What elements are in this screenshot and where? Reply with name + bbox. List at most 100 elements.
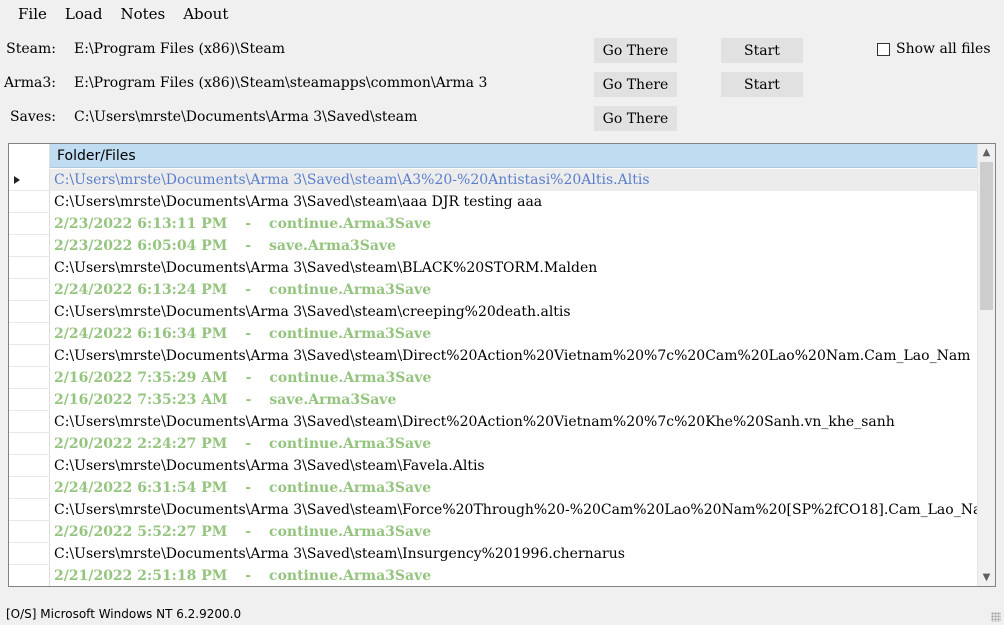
folder-row[interactable]: C:\Users\mrste\Documents\Arma 3\Saved\st… (9, 257, 978, 279)
folder-path: C:\Users\mrste\Documents\Arma 3\Saved\st… (54, 194, 543, 210)
save-file-row[interactable]: 2/21/2022 2:51:18 PM - continue.Arma3Save (9, 565, 978, 586)
row-header[interactable] (9, 213, 50, 235)
save-separator: - (245, 568, 252, 584)
arma3-go-there-button[interactable]: Go There (594, 72, 677, 97)
row-header[interactable] (9, 521, 50, 543)
row-cell[interactable]: 2/23/2022 6:05:04 PM - save.Arma3Save (50, 235, 978, 257)
resize-grip-icon[interactable] (991, 612, 1001, 622)
row-cell[interactable]: 2/24/2022 6:13:24 PM - continue.Arma3Save (50, 279, 978, 301)
row-header[interactable] (9, 323, 50, 345)
row-cell[interactable]: 2/20/2022 2:24:27 PM - continue.Arma3Save (50, 433, 978, 455)
row-header[interactable] (9, 477, 50, 499)
save-date: 2/26/2022 5:52:27 PM (54, 524, 228, 540)
row-header[interactable] (9, 191, 50, 213)
menu-file[interactable]: File (10, 3, 55, 25)
row-cell[interactable]: C:\Users\mrste\Documents\Arma 3\Saved\st… (50, 301, 978, 323)
scroll-thumb[interactable] (980, 162, 993, 310)
save-date: 2/16/2022 7:35:29 AM (54, 370, 228, 386)
row-header[interactable] (9, 169, 50, 191)
row-cell[interactable]: C:\Users\mrste\Documents\Arma 3\Saved\st… (50, 169, 978, 191)
row-cell[interactable]: 2/24/2022 6:16:34 PM - continue.Arma3Save (50, 323, 978, 345)
steam-go-there-button[interactable]: Go There (594, 38, 677, 63)
save-file-row[interactable]: 2/24/2022 6:16:34 PM - continue.Arma3Save (9, 323, 978, 345)
save-file-row[interactable]: 2/26/2022 5:52:27 PM - continue.Arma3Save (9, 521, 978, 543)
save-date: 2/23/2022 6:13:11 PM (54, 216, 228, 232)
folder-row[interactable]: C:\Users\mrste\Documents\Arma 3\Saved\st… (9, 499, 995, 521)
folder-row[interactable]: C:\Users\mrste\Documents\Arma 3\Saved\st… (9, 345, 978, 367)
row-cell[interactable]: 2/23/2022 6:13:11 PM - continue.Arma3Save (50, 213, 978, 235)
menu-bar: File Load Notes About (0, 0, 1004, 28)
row-header[interactable] (9, 543, 50, 565)
row-cell[interactable]: C:\Users\mrste\Documents\Arma 3\Saved\st… (50, 257, 978, 279)
vertical-scrollbar[interactable]: ▲ ▼ (977, 144, 995, 586)
row-cell[interactable]: 2/21/2022 2:51:18 PM - continue.Arma3Save (50, 565, 978, 586)
status-text: [O/S] Microsoft Windows NT 6.2.9200.0 (6, 607, 242, 621)
row-cell[interactable]: C:\Users\mrste\Documents\Arma 3\Saved\st… (50, 499, 995, 521)
save-filename: continue.Arma3Save (269, 436, 432, 452)
row-cell[interactable]: 2/16/2022 7:35:23 AM - save.Arma3Save (50, 389, 978, 411)
show-all-files-toggle[interactable]: Show all files (877, 41, 991, 57)
save-file-row[interactable]: 2/24/2022 6:31:54 PM - continue.Arma3Save (9, 477, 978, 499)
save-date: 2/20/2022 2:24:27 PM (54, 436, 228, 452)
folder-row[interactable]: C:\Users\mrste\Documents\Arma 3\Saved\st… (9, 191, 978, 213)
folder-path: C:\Users\mrste\Documents\Arma 3\Saved\st… (54, 260, 598, 276)
save-file-row[interactable]: 2/16/2022 7:35:23 AM - save.Arma3Save (9, 389, 978, 411)
save-date: 2/24/2022 6:13:24 PM (54, 282, 228, 298)
row-cell[interactable]: C:\Users\mrste\Documents\Arma 3\Saved\st… (50, 345, 978, 367)
save-separator: - (245, 436, 252, 452)
column-header-label: Folder/Files (57, 147, 136, 164)
column-header-folder-files[interactable]: Folder/Files (50, 144, 978, 168)
row-header[interactable] (9, 389, 50, 411)
files-grid[interactable]: Folder/Files C:\Users\mrste\Documents\Ar… (8, 143, 996, 587)
folder-row[interactable]: C:\Users\mrste\Documents\Arma 3\Saved\st… (9, 411, 978, 433)
status-bar: [O/S] Microsoft Windows NT 6.2.9200.0 (0, 603, 1004, 625)
save-separator: - (245, 282, 252, 298)
arma3-start-button[interactable]: Start (721, 72, 803, 97)
scroll-down-icon[interactable]: ▼ (978, 569, 995, 586)
row-header[interactable] (9, 499, 50, 521)
row-cell[interactable]: C:\Users\mrste\Documents\Arma 3\Saved\st… (50, 543, 978, 565)
save-file-row[interactable]: 2/23/2022 6:05:04 PM - save.Arma3Save (9, 235, 978, 257)
row-cell[interactable]: C:\Users\mrste\Documents\Arma 3\Saved\st… (50, 191, 978, 213)
save-filename: continue.Arma3Save (269, 216, 432, 232)
menu-notes[interactable]: Notes (112, 3, 173, 25)
row-header[interactable] (9, 433, 50, 455)
save-file-row[interactable]: 2/20/2022 2:24:27 PM - continue.Arma3Save (9, 433, 978, 455)
menu-about[interactable]: About (175, 3, 236, 25)
save-file-row[interactable]: 2/24/2022 6:13:24 PM - continue.Arma3Save (9, 279, 978, 301)
row-cell[interactable]: C:\Users\mrste\Documents\Arma 3\Saved\st… (50, 411, 978, 433)
row-header[interactable] (9, 257, 50, 279)
row-cell[interactable]: C:\Users\mrste\Documents\Arma 3\Saved\st… (50, 455, 978, 477)
folder-row[interactable]: C:\Users\mrste\Documents\Arma 3\Saved\st… (9, 455, 978, 477)
row-header[interactable] (9, 565, 50, 586)
save-separator: - (245, 370, 252, 386)
row-cell[interactable]: 2/16/2022 7:35:29 AM - continue.Arma3Save (50, 367, 978, 389)
row-cell[interactable]: 2/24/2022 6:31:54 PM - continue.Arma3Save (50, 477, 978, 499)
menu-load[interactable]: Load (57, 3, 111, 25)
scroll-up-icon[interactable]: ▲ (978, 144, 995, 161)
arma3-path: E:\Program Files (x86)\Steam\steamapps\c… (74, 75, 488, 91)
folder-row[interactable]: C:\Users\mrste\Documents\Arma 3\Saved\st… (9, 169, 978, 191)
row-header[interactable] (9, 455, 50, 477)
steam-label: Steam: (6, 41, 56, 57)
row-header[interactable] (9, 279, 50, 301)
save-filename: continue.Arma3Save (269, 370, 432, 386)
folder-path: C:\Users\mrste\Documents\Arma 3\Saved\st… (54, 304, 571, 320)
row-header[interactable] (9, 411, 50, 433)
folder-row[interactable]: C:\Users\mrste\Documents\Arma 3\Saved\st… (9, 301, 978, 323)
save-file-row[interactable]: 2/16/2022 7:35:29 AM - continue.Arma3Save (9, 367, 978, 389)
save-file-row[interactable]: 2/23/2022 6:13:11 PM - continue.Arma3Save (9, 213, 978, 235)
row-header[interactable] (9, 235, 50, 257)
row-header[interactable] (9, 301, 50, 323)
row-cell[interactable]: 2/26/2022 5:52:27 PM - continue.Arma3Save (50, 521, 978, 543)
show-all-files-checkbox[interactable] (877, 42, 890, 56)
row-header[interactable] (9, 345, 50, 367)
folder-row[interactable]: C:\Users\mrste\Documents\Arma 3\Saved\st… (9, 543, 978, 565)
steam-start-button[interactable]: Start (721, 38, 803, 63)
save-filename: save.Arma3Save (269, 392, 397, 408)
folder-path: C:\Users\mrste\Documents\Arma 3\Saved\st… (54, 414, 895, 430)
save-separator: - (245, 392, 252, 408)
saves-go-there-button[interactable]: Go There (594, 106, 677, 131)
saves-label: Saves: (9, 109, 56, 125)
row-header[interactable] (9, 367, 50, 389)
